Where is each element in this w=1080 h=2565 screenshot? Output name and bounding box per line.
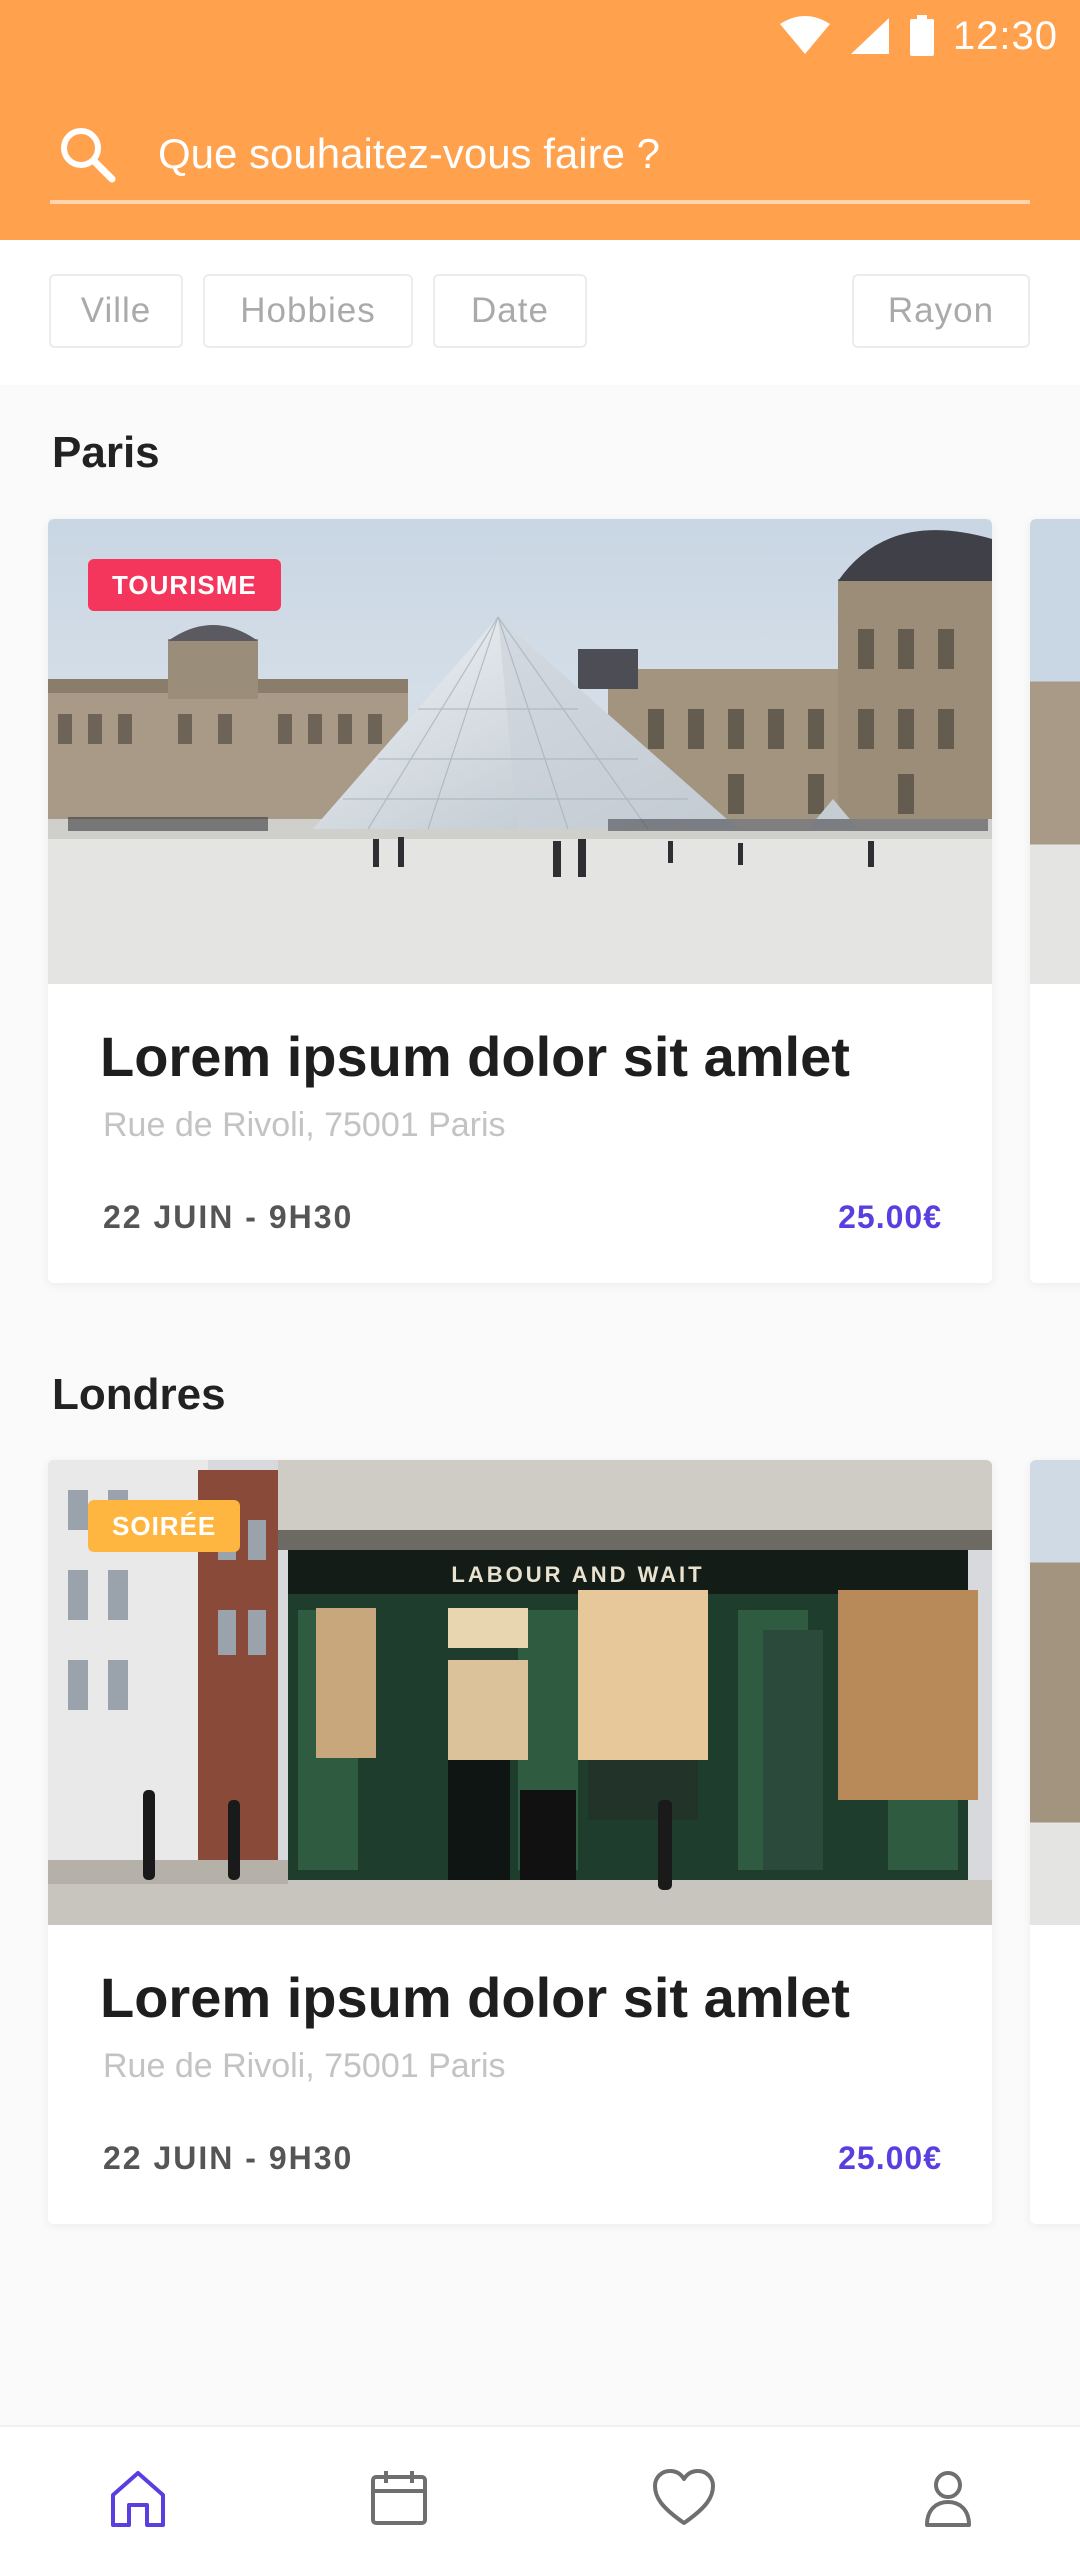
- filter-chip-ville[interactable]: Ville: [49, 274, 183, 348]
- status-time: 12:30: [952, 13, 1058, 58]
- filter-chip-rayon[interactable]: Rayon: [852, 274, 1030, 348]
- filter-chip-date[interactable]: Date: [433, 274, 587, 348]
- nav-favorites[interactable]: [649, 2463, 719, 2533]
- event-title: Lorem ipsum dolor sit amlet: [100, 1025, 850, 1088]
- event-card-next[interactable]: [1030, 519, 1080, 1283]
- svg-text:LABOUR AND WAIT: LABOUR AND WAIT: [451, 1562, 704, 1587]
- nav-home[interactable]: [103, 2463, 173, 2533]
- section-title-paris: Paris: [52, 428, 160, 477]
- battery-icon: [909, 15, 934, 56]
- event-address: Rue de Rivoli, 75001 Paris: [103, 2047, 506, 2085]
- event-address: Rue de Rivoli, 75001 Paris: [103, 1106, 506, 1144]
- filter-bar: Ville Hobbies Date Rayon: [0, 240, 1080, 385]
- heart-icon[interactable]: [651, 2467, 717, 2529]
- search-icon[interactable]: [56, 123, 118, 185]
- event-card-next[interactable]: [1030, 1460, 1080, 2224]
- app-header: 12:30: [0, 0, 1080, 240]
- search-input[interactable]: [158, 130, 1030, 178]
- event-date: 22 JUIN - 9H30: [103, 1199, 354, 1235]
- section-title-londres: Londres: [52, 1370, 226, 1419]
- event-title: Lorem ipsum dolor sit amlet: [100, 1966, 850, 2029]
- nav-calendar[interactable]: [364, 2463, 434, 2533]
- event-card[interactable]: LABOUR AND WAIT SOIRÉE Lorem ipsum dolor…: [48, 1460, 992, 2224]
- nav-profile[interactable]: [913, 2463, 983, 2533]
- bottom-navigation: [0, 2425, 1080, 2565]
- profile-icon[interactable]: [917, 2467, 979, 2529]
- category-badge: SOIRÉE: [88, 1500, 241, 1552]
- event-image-next: [1030, 519, 1080, 984]
- category-badge: TOURISME: [88, 559, 281, 611]
- event-price: 25.00€: [838, 1199, 942, 1235]
- event-image-next: [1030, 1460, 1080, 1925]
- calendar-icon[interactable]: [368, 2467, 430, 2529]
- search-bar[interactable]: [50, 108, 1030, 204]
- status-bar: 12:30: [779, 10, 1058, 62]
- cellular-signal-icon: [850, 18, 889, 54]
- wifi-icon: [779, 16, 830, 54]
- filter-chip-hobbies[interactable]: Hobbies: [203, 274, 413, 348]
- event-card[interactable]: TOURISME Lorem ipsum dolor sit amlet Rue…: [48, 519, 992, 1283]
- event-price: 25.00€: [838, 2140, 942, 2176]
- home-icon[interactable]: [107, 2467, 169, 2529]
- event-date: 22 JUIN - 9H30: [103, 2140, 354, 2176]
